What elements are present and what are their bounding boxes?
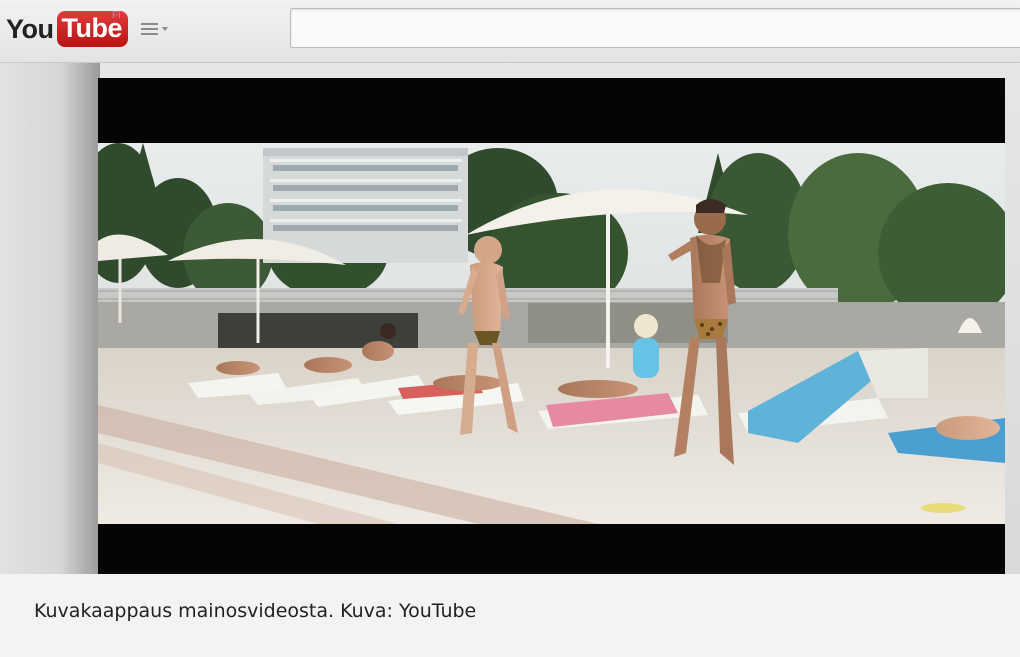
logo-you-text: You [6, 13, 54, 44]
search-input[interactable] [290, 8, 1020, 48]
guide-menu-button[interactable] [141, 18, 177, 40]
page-shadow [0, 63, 100, 574]
youtube-logo[interactable]: You Tube [6, 9, 128, 49]
hamburger-icon [141, 23, 158, 35]
region-code: FI [112, 10, 121, 21]
image-caption: Kuvakaappaus mainosvideosta. Kuva: YouTu… [34, 600, 477, 622]
caption-area: Kuvakaappaus mainosvideosta. Kuva: YouTu… [0, 574, 1020, 657]
chevron-down-icon [162, 27, 168, 31]
video-player[interactable] [98, 78, 1005, 574]
screenshot: You Tube FI [0, 0, 1020, 574]
pool-scene-image [98, 143, 1005, 524]
youtube-header: You Tube FI [0, 0, 1020, 63]
video-frame [98, 143, 1005, 524]
